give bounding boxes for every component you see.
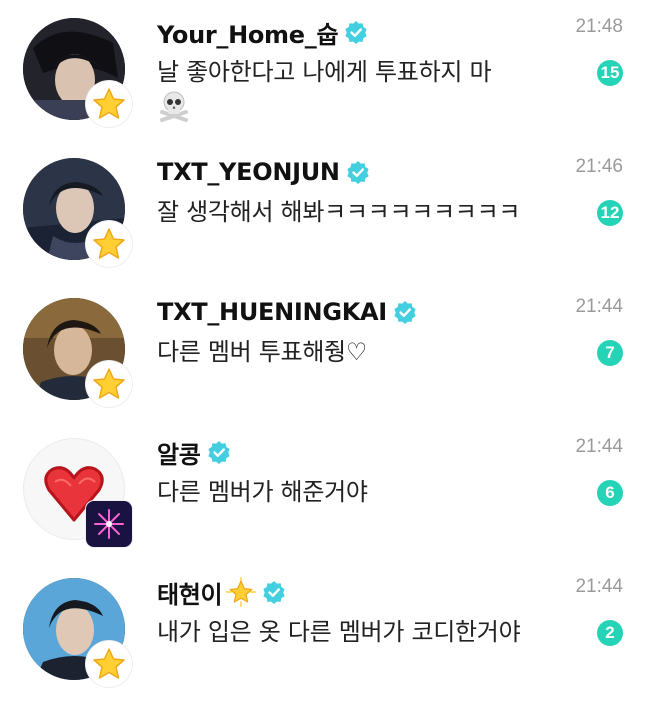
skull-crossbones-icon: [157, 88, 191, 126]
chat-row-txt-hueningkai[interactable]: TXT_HUENINGKAI 다른 멤버 투표해줭♡ 21:44 7: [0, 280, 646, 420]
chat-name: TXT_HUENINGKAI: [157, 298, 387, 326]
chat-message-preview: 날 좋아한다고 나에게 투표하지 마: [157, 58, 492, 86]
star-icon: [86, 221, 132, 267]
chat-name-line: TXT_YEONJUN: [157, 154, 370, 190]
star-icon: [86, 641, 132, 687]
verified-check-icon: [346, 160, 370, 184]
star-icon: [86, 361, 132, 407]
chat-row-alkong[interactable]: 알콩 다른 멤버가 해준거야 21:44 6: [0, 420, 646, 560]
star-icon: [86, 81, 132, 127]
verified-check-icon: [207, 440, 231, 464]
chat-name-line: TXT_HUENINGKAI: [157, 294, 417, 330]
chat-name: Your_Home_숩: [157, 20, 339, 49]
chat-row-your-home[interactable]: Your_Home_숩 날 좋아한다고 나에게 투표하지 마 21:48 15: [0, 0, 646, 140]
chat-name-line: Your_Home_숩: [157, 14, 368, 50]
chat-row-txt-yeonjun[interactable]: TXT_YEONJUN 잘 생각해서 해봐ㅋㅋㅋㅋㅋㅋㅋㅋㅋ 21:46 12: [0, 140, 646, 280]
chat-message-preview: 다른 멤버가 해준거야: [157, 478, 368, 506]
chat-time: 21:48: [575, 16, 623, 37]
chat-list: Your_Home_숩 날 좋아한다고 나에게 투표하지 마 21:48 15: [0, 0, 646, 704]
chat-name: 알콩: [157, 440, 201, 469]
chat-message-preview: 잘 생각해서 해봐ㅋㅋㅋㅋㅋㅋㅋㅋㅋ: [157, 198, 521, 226]
chat-name: TXT_YEONJUN: [157, 158, 340, 186]
chat-time: 21:44: [575, 576, 623, 597]
verified-check-icon: [344, 20, 368, 44]
chat-row-taehyun[interactable]: 태현이 내가 입은 옷 다른 멤버가 코디한거야 21:44 2: [0, 560, 646, 700]
chat-name: 태현이: [157, 580, 223, 609]
firework-icon: [86, 501, 132, 547]
chat-time: 21:44: [575, 436, 623, 457]
unread-count-badge: 15: [597, 60, 623, 86]
chat-name-line: 알콩: [157, 434, 231, 470]
chat-time: 21:44: [575, 296, 623, 317]
chat-time: 21:46: [575, 156, 623, 177]
glowing-star-icon: [226, 577, 257, 607]
unread-count-badge: 12: [597, 200, 623, 226]
unread-count-badge: 6: [597, 480, 623, 506]
chat-name-line: 태현이: [157, 574, 286, 610]
unread-count-badge: 2: [597, 620, 623, 646]
unread-count-badge: 7: [597, 340, 623, 366]
chat-message-preview: 다른 멤버 투표해줭♡: [157, 338, 368, 366]
verified-check-icon: [393, 300, 417, 324]
chat-message-preview: 내가 입은 옷 다른 멤버가 코디한거야: [157, 618, 521, 646]
verified-check-icon: [262, 580, 286, 604]
